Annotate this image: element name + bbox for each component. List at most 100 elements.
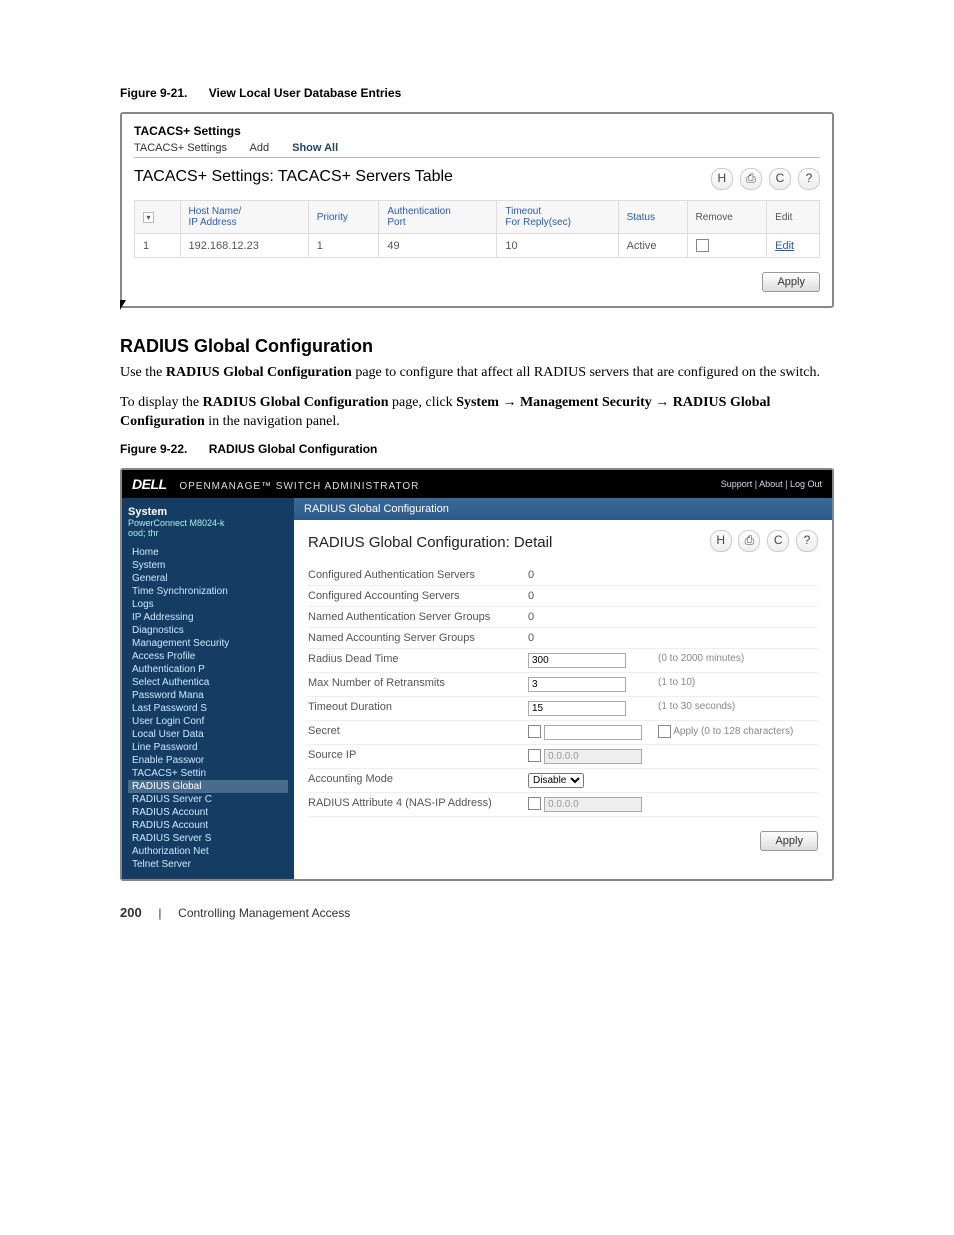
cell-remove[interactable] — [687, 234, 767, 258]
help-icon[interactable]: ? — [796, 530, 818, 552]
save-icon[interactable]: H — [711, 168, 733, 190]
sidebar-item[interactable]: Local User Data — [128, 728, 288, 741]
field-hint — [658, 773, 818, 788]
field-value — [528, 701, 658, 716]
figure-caption-2: Figure 9-22. RADIUS Global Configuration — [120, 442, 834, 456]
corner-marker — [120, 300, 126, 310]
text-input[interactable] — [528, 653, 626, 668]
figure-caption-1: Figure 9-21. View Local User Database En… — [120, 86, 834, 100]
col-priority[interactable]: Priority — [317, 212, 348, 223]
tab-tacacs-settings[interactable]: TACACS+ Settings — [134, 142, 227, 154]
sidebar-item[interactable]: Enable Passwor — [128, 754, 288, 767]
sidebar-item[interactable]: Home — [128, 546, 288, 559]
toolbar-icons: H ⎙ C ? — [707, 168, 820, 190]
remove-checkbox[interactable] — [696, 239, 709, 252]
text-input[interactable] — [544, 749, 642, 764]
form-row: Configured Authentication Servers0 — [308, 565, 818, 586]
col-host[interactable]: Host Name/ IP Address — [189, 206, 242, 228]
arrow: → — [655, 395, 673, 410]
figure-number: Figure 9-21. — [120, 86, 187, 100]
field-value — [528, 797, 658, 812]
cell-timeout: 10 — [497, 234, 618, 258]
sidebar-item[interactable]: User Login Conf — [128, 715, 288, 728]
sidebar-item[interactable]: IP Addressing — [128, 611, 288, 624]
field-label: Named Authentication Server Groups — [308, 611, 528, 623]
sidebar-item[interactable]: RADIUS Account — [128, 806, 288, 819]
text: page, click — [392, 395, 456, 410]
help-icon[interactable]: ? — [798, 168, 820, 190]
col-status[interactable]: Status — [627, 212, 655, 223]
apply-button-2[interactable]: Apply — [760, 831, 818, 851]
refresh-icon[interactable]: C — [769, 168, 791, 190]
save-icon[interactable]: H — [710, 530, 732, 552]
sidebar-item[interactable]: TACACS+ Settin — [128, 767, 288, 780]
page-number: 200 — [120, 905, 142, 920]
cell-status: Active — [618, 234, 687, 258]
sidebar-item[interactable]: RADIUS Server C — [128, 793, 288, 806]
edit-link[interactable]: Edit — [775, 240, 794, 252]
sidebar-item[interactable]: Last Password S — [128, 702, 288, 715]
print-icon[interactable]: ⎙ — [740, 168, 762, 190]
sidebar-item[interactable]: RADIUS Global — [128, 780, 288, 793]
sidebar-item[interactable]: Line Password — [128, 741, 288, 754]
col-timeout[interactable]: Timeout For Reply(sec) — [505, 206, 571, 228]
sidebar-item[interactable]: Access Profile — [128, 650, 288, 663]
footer-sep: | — [158, 906, 161, 920]
sidebar-item[interactable]: Time Synchronization — [128, 585, 288, 598]
sidebar-item[interactable]: Telnet Server — [128, 858, 288, 871]
topbar: DELL OPENMANAGE™ SWITCH ADMINISTRATOR Su… — [122, 470, 832, 498]
field-value — [528, 725, 658, 740]
bold-text: Management Security — [520, 395, 652, 410]
checkbox[interactable] — [528, 797, 541, 810]
form-row: RADIUS Attribute 4 (NAS-IP Address) — [308, 793, 818, 817]
sidebar-item[interactable]: Management Security — [128, 637, 288, 650]
tab-add[interactable]: Add — [249, 142, 269, 154]
figure-title: RADIUS Global Configuration — [209, 442, 378, 456]
field-value: 0 — [528, 569, 658, 581]
checkbox[interactable] — [528, 749, 541, 762]
text: To display the — [120, 395, 203, 410]
text-input[interactable] — [544, 725, 642, 740]
sidebar-item[interactable]: System — [128, 559, 288, 572]
sidebar-item[interactable]: Logs — [128, 598, 288, 611]
sidebar-item[interactable]: Authorization Net — [128, 845, 288, 858]
field-hint: (1 to 30 seconds) — [658, 701, 818, 716]
text-input[interactable] — [544, 797, 642, 812]
cell-auth: 49 — [379, 234, 497, 258]
sidebar-item[interactable]: Select Authentica — [128, 676, 288, 689]
top-links[interactable]: Support | About | Log Out — [721, 479, 822, 489]
text-input[interactable] — [528, 701, 626, 716]
field-value — [528, 749, 658, 764]
bold-text: RADIUS Global Configuration — [203, 395, 389, 410]
print-icon[interactable]: ⎙ — [738, 530, 760, 552]
cell-priority: 1 — [308, 234, 379, 258]
form-row: Named Accounting Server Groups0 — [308, 628, 818, 649]
tab-show-all[interactable]: Show All — [292, 142, 338, 154]
field-hint — [658, 590, 818, 602]
field-label: Max Number of Retransmits — [308, 677, 528, 692]
paragraph-1: Use the RADIUS Global Configuration page… — [120, 363, 834, 383]
field-label: Radius Dead Time — [308, 653, 528, 668]
radius-screenshot: DELL OPENMANAGE™ SWITCH ADMINISTRATOR Su… — [120, 468, 834, 881]
sidebar-item[interactable]: RADIUS Server S — [128, 832, 288, 845]
field-hint: (0 to 2000 minutes) — [658, 653, 818, 668]
toolbar-icons-2: H ⎙ C ? — [706, 530, 818, 552]
field-hint: Apply (0 to 128 characters) — [658, 725, 818, 740]
apply-button[interactable]: Apply — [762, 272, 820, 292]
breadcrumb: TACACS+ Settings — [134, 124, 820, 138]
sidebar-item[interactable]: Password Mana — [128, 689, 288, 702]
sidebar-item[interactable]: RADIUS Account — [128, 819, 288, 832]
apply-checkbox[interactable] — [658, 725, 671, 738]
col-auth-port[interactable]: Authentication Port — [387, 206, 450, 228]
sidebar-item[interactable]: Authentication P — [128, 663, 288, 676]
refresh-icon[interactable]: C — [767, 530, 789, 552]
sidebar-item[interactable]: General — [128, 572, 288, 585]
checkbox[interactable] — [528, 725, 541, 738]
content-area: RADIUS Global Configuration H ⎙ C ? RADI… — [294, 498, 832, 879]
text-input[interactable] — [528, 677, 626, 692]
bold-text: System — [456, 395, 499, 410]
col-expander: ▾ — [135, 201, 181, 234]
text: page to configure that affect all RADIUS… — [355, 365, 820, 380]
select-input[interactable]: Disable — [528, 773, 584, 788]
sidebar-item[interactable]: Diagnostics — [128, 624, 288, 637]
